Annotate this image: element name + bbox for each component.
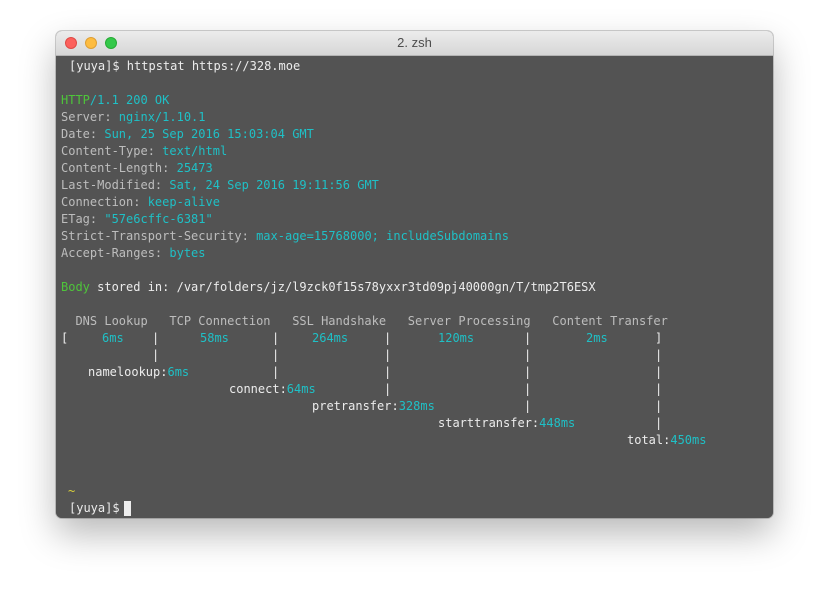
cumulative-label: connect: — [229, 382, 287, 396]
cumulative-pretransfer: pretransfer:328ms — [312, 398, 435, 415]
cumulative-value: 448ms — [539, 416, 576, 430]
header-value: max-age=15768000; includeSubdomains — [256, 229, 509, 243]
header-key: Accept-Ranges: — [61, 246, 170, 260]
header-line: Strict-Transport-Security: max-age=15768… — [61, 228, 509, 245]
phase-server-value: 120ms — [438, 331, 475, 345]
text-cursor[interactable] — [124, 501, 131, 516]
header-key: Content-Type: — [61, 144, 163, 158]
header-line: Accept-Ranges: bytes — [61, 245, 206, 262]
final-prompt: [yuya]$ — [69, 501, 120, 515]
cumulative-total: total:450ms — [627, 432, 706, 449]
command-line: [yuya]$ httpstat https://328.moe — [61, 58, 300, 75]
guide-pipe: | — [384, 348, 392, 362]
header-key: Strict-Transport-Security: — [61, 229, 257, 243]
header-line: Connection: keep-alive — [61, 194, 220, 211]
header-value: nginx/1.10.1 — [118, 110, 206, 124]
status-protocol: HTTP — [61, 93, 90, 107]
guide-pipe: | — [272, 348, 280, 362]
cumulative-value: 64ms — [286, 382, 316, 396]
terminal-output[interactable]: [yuya]$ httpstat https://328.moe HTTP/1.… — [56, 56, 773, 518]
body-label: Body — [61, 280, 90, 294]
guide-pipe: | — [272, 365, 280, 379]
header-key: Connection: — [61, 195, 148, 209]
guide-pipe: | — [655, 416, 663, 430]
header-key: Last-Modified: — [61, 178, 170, 192]
guide-pipe: | — [384, 365, 392, 379]
header-value: bytes — [169, 246, 206, 260]
header-key: Server: — [61, 110, 119, 124]
phase-tcp-value: 58ms — [200, 331, 229, 345]
body-path: stored in: /var/folders/jz/l9zck0f15s78y… — [89, 280, 596, 294]
header-value: "57e6cffc-6381" — [104, 212, 213, 226]
guide-pipe: | — [384, 382, 392, 396]
header-line: Content-Type: text/html — [61, 143, 227, 160]
phase-transfer-value: 2ms — [586, 331, 608, 345]
cumulative-value: 328ms — [398, 399, 435, 413]
header-value: text/html — [162, 144, 228, 158]
status-line: HTTP/1.1 200 OK — [61, 92, 169, 109]
cumulative-value: 6ms — [167, 365, 190, 379]
guide-pipe: | — [655, 399, 663, 413]
header-line: Last-Modified: Sat, 24 Sep 2016 19:11:56… — [61, 177, 379, 194]
timing-separator: | — [524, 331, 532, 345]
prompt: [yuya]$ — [69, 59, 120, 73]
header-value: Sun, 25 Sep 2016 15:03:04 GMT — [104, 127, 314, 141]
cumulative-label: pretransfer: — [312, 399, 399, 413]
header-key: ETag: — [61, 212, 105, 226]
timing-header: DNS Lookup TCP Connection SSL Handshake … — [61, 314, 668, 328]
timing-bracket-open: [ — [61, 331, 69, 345]
phase-dns-value: 6ms — [102, 331, 124, 345]
terminal-window: 2. zsh [yuya]$ httpstat https://328.moe … — [56, 31, 773, 518]
guide-pipe: | — [655, 382, 663, 396]
header-line: Content-Length: 25473 — [61, 160, 213, 177]
cumulative-connect: connect:64ms — [229, 381, 316, 398]
cumulative-label: starttransfer: — [438, 416, 540, 430]
current-directory: ~ — [68, 484, 76, 498]
header-value: 25473 — [176, 161, 213, 175]
timing-separator: | — [152, 331, 160, 345]
window-title: 2. zsh — [397, 35, 432, 50]
guide-pipe: | — [655, 365, 663, 379]
guide-pipe: | — [524, 365, 532, 379]
guide-pipe: | — [524, 382, 532, 396]
header-line: Date: Sun, 25 Sep 2016 15:03:04 GMT — [61, 126, 314, 143]
cumulative-label: namelookup: — [88, 365, 168, 379]
phase-ssl-value: 264ms — [312, 331, 349, 345]
header-line: ETag: "57e6cffc-6381" — [61, 211, 213, 228]
timing-separator: | — [272, 331, 280, 345]
cumulative-label: total: — [627, 433, 671, 447]
header-key: Content-Length: — [61, 161, 177, 175]
timing-separator: | — [384, 331, 392, 345]
guide-pipe: | — [524, 399, 532, 413]
header-value: Sat, 24 Sep 2016 19:11:56 GMT — [169, 178, 379, 192]
header-line: Server: nginx/1.10.1 — [61, 109, 206, 126]
guide-pipe: | — [152, 348, 160, 362]
cumulative-namelookup: namelookup:6ms — [88, 364, 189, 381]
command-text: httpstat https://328.moe — [119, 59, 301, 73]
cumulative-starttransfer: starttransfer:448ms — [438, 415, 575, 432]
guide-pipe: | — [655, 348, 663, 362]
title-bar[interactable]: 2. zsh — [56, 31, 773, 56]
cumulative-value: 450ms — [670, 433, 707, 447]
guide-pipe: | — [524, 348, 532, 362]
body-line: Body stored in: /var/folders/jz/l9zck0f1… — [61, 279, 596, 296]
timing-bracket-close: ] — [655, 331, 663, 345]
header-value: keep-alive — [147, 195, 220, 209]
status-text: /1.1 200 OK — [89, 93, 170, 107]
header-key: Date: — [61, 127, 105, 141]
